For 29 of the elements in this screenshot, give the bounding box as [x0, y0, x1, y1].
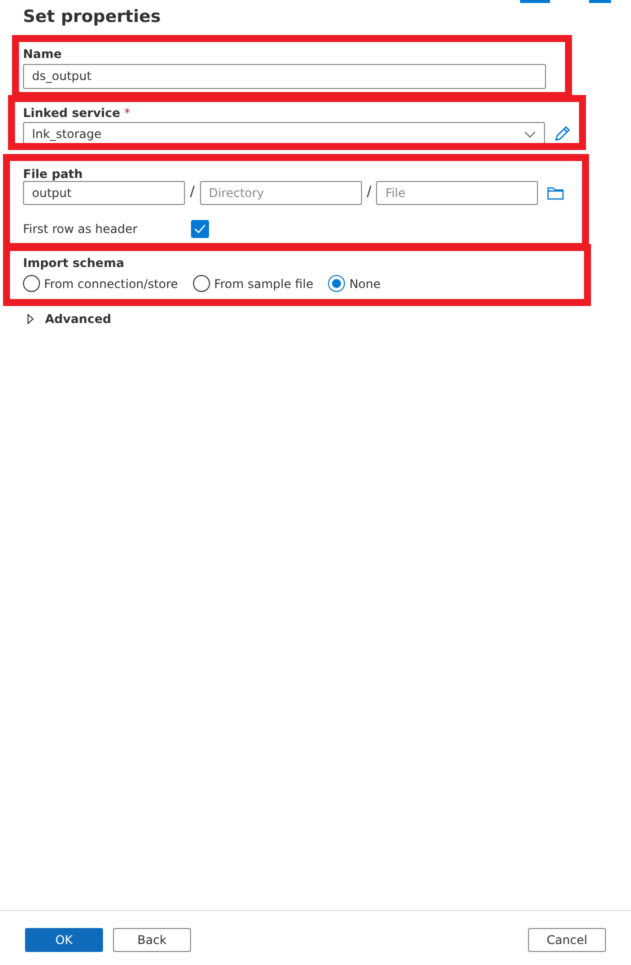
field-label: Linked service: [23, 104, 120, 122]
linked-service-dropdown[interactable]: lnk_storage: [23, 122, 546, 142]
name-input[interactable]: ds_output: [23, 64, 546, 88]
cancel-button[interactable]: Cancel: [528, 928, 606, 952]
triangle-right-icon: [27, 314, 35, 324]
directory-input[interactable]: Directory: [200, 180, 362, 204]
container-input[interactable]: output: [23, 180, 185, 204]
file-input[interactable]: File: [376, 180, 538, 204]
folder-icon[interactable]: [547, 186, 564, 200]
advanced-toggle[interactable]: Advanced: [27, 310, 631, 328]
page-title: Set properties: [23, 6, 162, 29]
link-underline: [520, 0, 550, 3]
required-mark: *: [124, 104, 130, 122]
field-label: File path: [23, 166, 84, 180]
path-separator: /: [190, 183, 195, 202]
radio-option[interactable]: From sample file: [193, 274, 314, 292]
path-separator: /: [366, 183, 372, 202]
back-button[interactable]: Back: [113, 928, 191, 952]
radio-option[interactable]: None: [328, 274, 381, 292]
chevron-down-icon: [524, 130, 536, 138]
ok-button[interactable]: OK: [25, 928, 103, 952]
field-label: Import schema: [23, 254, 126, 272]
edit-icon[interactable]: [553, 125, 571, 142]
radio-option[interactable]: From connection/store: [23, 274, 178, 292]
checkbox-label: First row as header: [23, 220, 138, 238]
field-label: Name: [23, 46, 63, 63]
checkmark-icon: [194, 224, 206, 234]
checkbox[interactable]: [191, 220, 209, 238]
link-underline: [589, 0, 611, 3]
